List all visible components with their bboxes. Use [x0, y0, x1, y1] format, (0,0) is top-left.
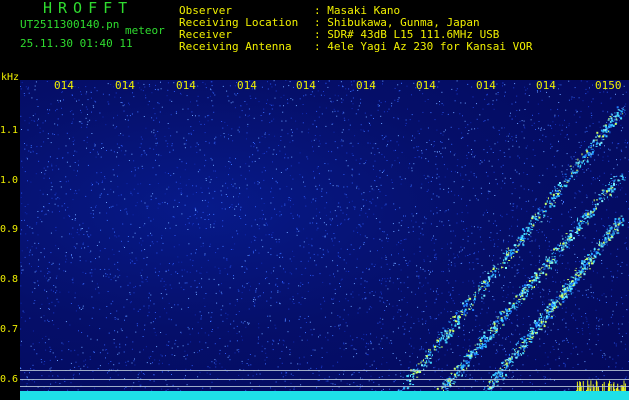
spectrogram-noise [20, 80, 629, 397]
reference-line [20, 370, 629, 371]
time-tick: 014 [536, 79, 556, 92]
freq-tick: 0.9 [0, 224, 19, 235]
time-tick: 014 [476, 79, 496, 92]
freq-tick: 0.8 [0, 274, 19, 285]
time-tick: 014 [296, 79, 316, 92]
reference-line [20, 379, 629, 380]
app-name: HROFFT [43, 0, 134, 17]
antenna-label: Receiving Antenna [179, 40, 292, 53]
freq-tick: 1.1 [0, 125, 19, 136]
timestamp: 25.11.30 01:40 11 [20, 37, 133, 50]
time-tick: 014 [356, 79, 376, 92]
time-tick: 014 [176, 79, 196, 92]
freq-tick: 0.7 [0, 324, 19, 335]
carrier-band [20, 391, 629, 400]
mode-label: meteor [125, 24, 165, 37]
time-tick: 014 [237, 79, 257, 92]
time-tick: 014 [115, 79, 135, 92]
freq-tick: 0.6 [0, 374, 19, 385]
time-tick: 0150 [595, 79, 622, 92]
frequency-unit-label: kHz [1, 72, 20, 83]
time-tick: 014 [416, 79, 436, 92]
file-name: UT2511300140.pn [20, 18, 120, 31]
time-tick: 014 [54, 79, 74, 92]
spectrogram [20, 80, 629, 400]
antenna-value: : 4ele Yagi Az 230 for Kansai VOR [314, 40, 533, 53]
header-panel: HROFFT UT2511300140.pn meteor 25.11.30 0… [0, 0, 629, 80]
reference-line [20, 386, 629, 387]
freq-tick: 1.0 [0, 175, 19, 186]
